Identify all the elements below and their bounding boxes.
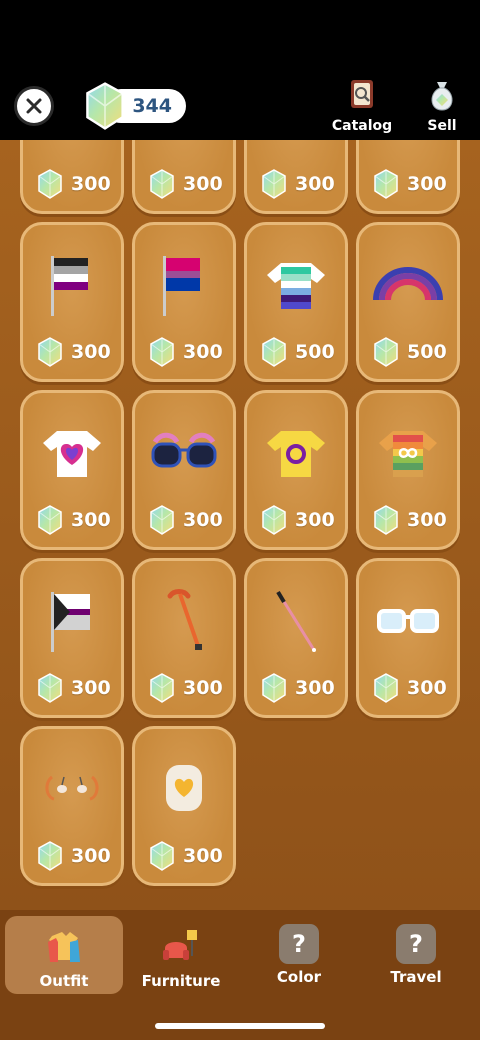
item-price: 300 [295, 677, 335, 699]
gem-icon [261, 169, 287, 199]
gem-icon [37, 505, 63, 535]
gem-icon [261, 337, 287, 367]
shop-item-card[interactable]: 300 [20, 726, 124, 886]
white-cane-icon [276, 590, 316, 652]
intersex-shirt-icon [267, 431, 325, 477]
shop-item-card[interactable]: 300 [132, 222, 236, 382]
gem-icon [37, 337, 63, 367]
item-price: 500 [407, 341, 447, 363]
gem-icon [149, 841, 175, 871]
item-price: 300 [71, 509, 111, 531]
shop-item-card[interactable]: 300 [20, 390, 124, 550]
item-price: 300 [183, 173, 223, 195]
home-indicator[interactable] [155, 1023, 325, 1029]
close-button[interactable] [14, 86, 54, 126]
gem-icon [261, 505, 287, 535]
shop-item-card[interactable]: 300 [244, 140, 348, 214]
rainbow-icon [373, 267, 443, 301]
catalog-button[interactable]: Catalog [327, 78, 397, 134]
eyeglasses-icon [377, 609, 439, 633]
outfit-icon [48, 932, 80, 962]
shop-item-card[interactable]: 300 [132, 140, 236, 214]
hearing-aids-icon [45, 775, 99, 801]
item-price: 300 [71, 341, 111, 363]
locked-question-icon: ? [279, 924, 319, 964]
shop-item-card[interactable]: 300 [132, 390, 236, 550]
item-price: 300 [183, 845, 223, 867]
walking-cane-icon [167, 589, 202, 650]
item-price: 500 [295, 341, 335, 363]
infinity-shirt-icon [379, 431, 437, 477]
gem-icon [373, 169, 399, 199]
item-price: 300 [295, 173, 335, 195]
item-price: 300 [183, 509, 223, 531]
tab-travel[interactable]: ? Travel [357, 916, 475, 994]
tab-furniture-label: Furniture [141, 972, 221, 990]
gem-count: 344 [132, 95, 172, 117]
gem-icon [149, 337, 175, 367]
shop-item-card[interactable]: 300 [20, 140, 124, 214]
shop-item-card[interactable]: 300 [132, 558, 236, 718]
demisexual-flag-icon [51, 592, 90, 652]
heart-shirt-icon [43, 431, 101, 477]
item-price: 300 [183, 677, 223, 699]
gem-icon [373, 337, 399, 367]
close-icon [26, 98, 42, 114]
tab-outfit[interactable]: Outfit [5, 916, 123, 994]
shop-item-card[interactable]: 500 [244, 222, 348, 382]
catalog-label: Catalog [331, 118, 393, 134]
sell-button[interactable]: Sell [407, 78, 477, 134]
gem-icon [37, 841, 63, 871]
tab-outfit-label: Outfit [39, 972, 89, 990]
item-price: 300 [407, 677, 447, 699]
gem-icon [149, 673, 175, 703]
item-price: 300 [183, 341, 223, 363]
gem-icon [149, 505, 175, 535]
striped-shirt-icon [267, 263, 325, 309]
gem-icon [149, 169, 175, 199]
gem-icon [261, 673, 287, 703]
furniture-icon [163, 930, 197, 960]
shop-item-card[interactable]: 300 [356, 558, 460, 718]
shop-item-card[interactable]: 500 [356, 222, 460, 382]
tab-color[interactable]: ? Color [240, 916, 358, 994]
catalog-book-icon [351, 80, 373, 108]
bottom-nav: Outfit Furniture ? Color ? Travel [0, 910, 480, 1040]
gem-icon [84, 82, 126, 130]
shop-item-card[interactable]: 300 [132, 726, 236, 886]
heart-pin-icon [166, 765, 202, 811]
tab-color-label: Color [276, 968, 322, 986]
money-bag-icon [431, 82, 453, 111]
gem-icon [37, 169, 63, 199]
item-price: 300 [71, 677, 111, 699]
gem-icon [373, 673, 399, 703]
item-price: 300 [295, 509, 335, 531]
gem-icon [373, 505, 399, 535]
shop-item-card[interactable]: 300 [356, 390, 460, 550]
tab-travel-label: Travel [390, 968, 442, 986]
shop-item-card[interactable]: 300 [20, 222, 124, 382]
shop-item-card[interactable]: 300 [20, 558, 124, 718]
shop-item-card[interactable]: 300 [356, 140, 460, 214]
gem-icon [37, 673, 63, 703]
item-price: 300 [71, 845, 111, 867]
shop-item-card[interactable]: 300 [244, 558, 348, 718]
top-bar: 344 Catalog Sell [0, 0, 480, 140]
item-price: 300 [407, 173, 447, 195]
locked-question-icon: ? [396, 924, 436, 964]
shop-grid: 300 300 300 300 300 300 500 500 300 300 … [0, 140, 480, 910]
tab-furniture[interactable]: Furniture [122, 916, 240, 994]
asexual-flag-icon [51, 256, 88, 316]
item-price: 300 [71, 173, 111, 195]
item-price: 300 [407, 509, 447, 531]
bisexual-flag-icon [163, 256, 200, 316]
sell-label: Sell [427, 118, 457, 134]
sunglasses-icon [151, 432, 217, 468]
shop-item-card[interactable]: 300 [244, 390, 348, 550]
